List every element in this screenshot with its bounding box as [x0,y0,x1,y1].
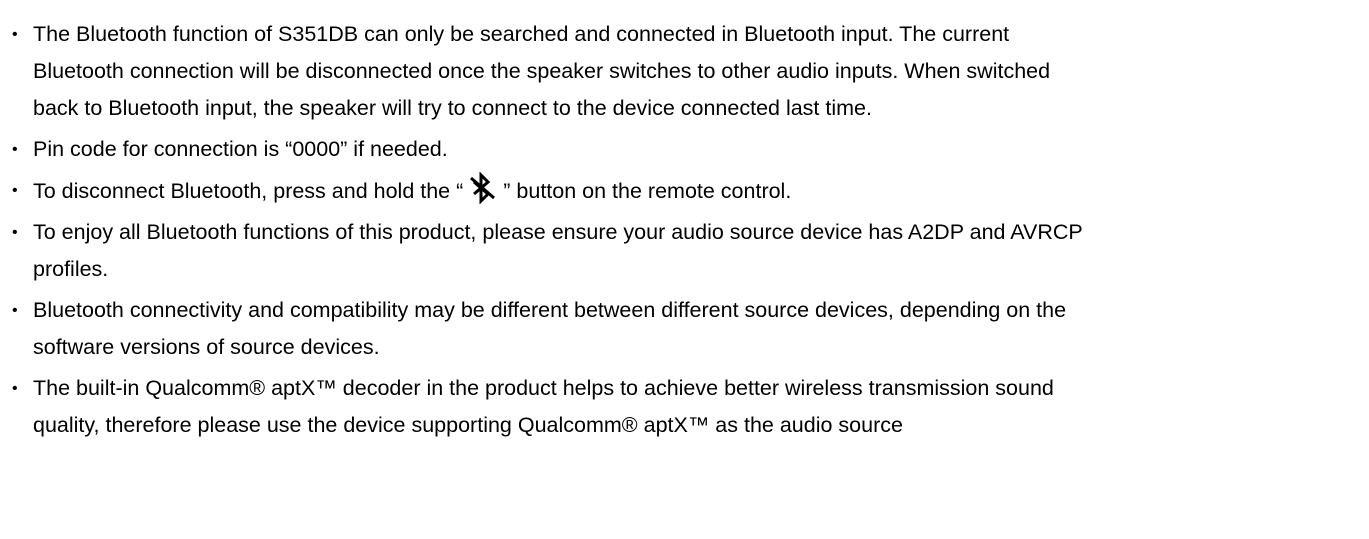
text-before-icon: To disconnect Bluetooth, press and hold … [33,179,464,203]
bluetooth-disconnect-icon [467,172,499,204]
text-line: The Bluetooth function of S351DB can onl… [33,22,1010,46]
bullet: • [12,141,18,158]
bullet: • [12,380,18,397]
document-page: • The Bluetooth function of S351DB can o… [0,0,1369,539]
text-line: Pin code for connection is “0000” if nee… [33,137,448,161]
list-item: • Pin code for connection is “0000” if n… [0,131,1340,168]
bullet: • [12,302,18,319]
text-line: quality, therefore please use the device… [33,413,903,437]
list-item: • Bluetooth connectivity and compatibili… [0,292,1340,366]
text-line: software versions of source devices. [33,335,380,359]
text-line: Bluetooth connectivity and compatibility… [33,298,1067,322]
list-item: • To disconnect Bluetooth, press and hol… [0,172,1340,210]
list-item: • The Bluetooth function of S351DB can o… [0,16,1340,127]
bullet: • [12,224,18,241]
bullet: • [12,182,18,199]
notes-list: • The Bluetooth function of S351DB can o… [0,16,1369,444]
text-after-icon: ” button on the remote control. [503,179,792,203]
text-line: To disconnect Bluetooth, press and hold … [33,172,1340,210]
text-line: To enjoy all Bluetooth functions of this… [33,220,1083,244]
bullet: • [12,26,18,43]
text-line: profiles. [33,257,109,281]
text-line: Bluetooth connection will be disconnecte… [33,59,1051,83]
text-line: back to Bluetooth input, the speaker wil… [33,96,872,120]
text-line: The built-in Qualcomm® aptX™ decoder in … [33,376,1054,400]
list-item: • To enjoy all Bluetooth functions of th… [0,214,1340,288]
list-item: • The built-in Qualcomm® aptX™ decoder i… [0,370,1340,444]
